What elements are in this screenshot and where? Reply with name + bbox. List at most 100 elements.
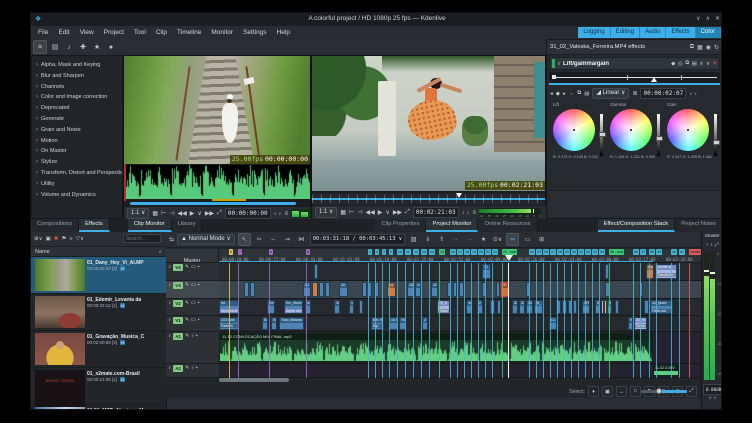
zoom-slider[interactable] — [641, 390, 687, 393]
guide-marker[interactable]: 14 — [429, 249, 435, 255]
track-edit-icon[interactable]: ✎ — [185, 300, 189, 306]
show-effect-icon[interactable]: ◎ — [678, 61, 683, 67]
close-button[interactable]: ✕ — [715, 16, 720, 22]
timeline-clip[interactable] — [573, 300, 577, 314]
keyframes-icon[interactable]: ◆ — [671, 61, 675, 67]
clip-monitor-grid-icon[interactable]: ▦ — [152, 210, 158, 217]
keyframe-playhead[interactable] — [651, 77, 657, 82]
track-hide-icon[interactable]: ▭ — [191, 282, 196, 288]
wheel-value-slider[interactable] — [657, 114, 660, 156]
guide-marker[interactable]: 17 — [457, 249, 463, 255]
timeline-clip[interactable] — [325, 282, 330, 297]
track-expand-icon[interactable]: ∨ — [168, 282, 171, 288]
move-effect-down-icon[interactable]: ∨ — [706, 61, 710, 67]
menu-settings[interactable]: Settings — [238, 26, 272, 39]
guide-marker[interactable]: 10 — [397, 249, 403, 255]
title-bar[interactable]: ❖ A colorful project / HD 1080p 25 fps —… — [31, 13, 722, 26]
copy-keyframes-icon[interactable]: ⧉ — [577, 90, 581, 97]
track-badge[interactable]: V4 — [173, 264, 183, 271]
tab-compositions[interactable]: Compositions — [31, 219, 79, 232]
timeline-clip[interactable]: 13 — [349, 300, 354, 314]
color-wheel-lift[interactable]: LiftR: 0.173 G: 0.135 B: 0.131 — [553, 102, 607, 188]
effect-category[interactable]: ›Volume and Dynamics — [32, 190, 122, 201]
track-expand-icon[interactable]: ∨ — [168, 365, 171, 371]
track-lock-icon[interactable]: ▪ — [196, 333, 198, 339]
track-edit-icon[interactable]: ✎ — [185, 317, 189, 323]
video-thumbnails-toggle-icon[interactable]: ▣ — [602, 386, 613, 397]
color-wheel-gain[interactable]: GainR: 1.347 G: 1.255 B: 1.381 — [667, 102, 721, 188]
timeline-timecode[interactable]: 00:03:31:18 / 00:03:45:13 ∨ — [310, 234, 405, 245]
track-lane-v3[interactable]: 02101418192231 — [219, 281, 701, 299]
guide-marker[interactable]: 6 — [229, 249, 233, 255]
workspace-logging[interactable]: Logging — [578, 27, 610, 38]
guide-marker[interactable]: 16 — [450, 249, 456, 255]
guide-marker[interactable]: credits — [689, 249, 701, 255]
track-header-v2[interactable]: ∨V2✎▭▪ — [166, 299, 219, 316]
create-folder-icon[interactable]: ▣ — [46, 236, 51, 242]
guide-marker[interactable]: 5 — [306, 249, 310, 255]
timeline-clip[interactable]: 2 — [422, 317, 428, 330]
timeline-clip[interactable]: 41_QuebFade-out — [650, 300, 673, 314]
tags-icon[interactable]: ⚑ — [61, 236, 66, 242]
tab-project-notes[interactable]: Project Notes — [675, 219, 722, 232]
reset-effects-icon[interactable]: ↻ — [714, 44, 719, 51]
audio-thumbnails-toggle-icon[interactable]: ↔ — [616, 386, 627, 397]
paste-keyframes-icon[interactable]: ▤ — [584, 91, 589, 97]
timeline-playhead[interactable] — [508, 263, 509, 378]
track-header-a2[interactable]: ∨A2✎♪▪ — [166, 364, 219, 378]
tab-effect-composition-stack[interactable]: Effect/Composition Stack — [598, 219, 676, 232]
guide-marker[interactable]: 9 — [389, 249, 393, 255]
filter-icon[interactable]: ▽∨ — [76, 236, 84, 242]
guide-marker[interactable]: 27 — [550, 249, 556, 255]
guide-marker[interactable]: 29 — [564, 249, 570, 255]
clip-monitor-rewind-icon[interactable]: ◀◀ — [178, 210, 187, 217]
timeline-clip[interactable]: Em — [262, 317, 268, 330]
maximize-button[interactable]: ∧ — [706, 16, 710, 22]
master-track-button[interactable]: Master — [166, 249, 219, 263]
menu-help[interactable]: Help — [272, 26, 295, 39]
guide-marker[interactable]: 11 — [405, 249, 411, 255]
effect-category[interactable]: ›Generate — [32, 114, 122, 125]
clip-monitor-play-icon[interactable]: ▶ — [190, 210, 195, 217]
project-monitor-zone-in-icon[interactable]: ⊢ — [349, 209, 354, 216]
timeline-clip[interactable]: Em_MovinsAlpha strob — [284, 300, 303, 314]
project-monitor-spin[interactable]: ∧ ∨ — [462, 210, 470, 215]
timeline-clip[interactable]: Todo_Musina — [279, 317, 304, 330]
effect-category[interactable]: ›On Master — [32, 146, 122, 157]
clip-monitor-forward-icon[interactable]: ▶▶ — [205, 210, 214, 217]
monitor-ruler[interactable] — [312, 193, 545, 205]
bin-header-row[interactable]: Name ∧ — [31, 247, 166, 257]
markers-toggle-icon[interactable]: ⚐ — [630, 386, 641, 397]
project-monitor-rewind-icon[interactable]: ◀◀ — [366, 209, 375, 216]
collapse-mixer-icon[interactable]: ‹ — [706, 242, 708, 248]
project-monitor-grid-icon[interactable]: ▦ — [340, 209, 346, 216]
timeline-clip[interactable] — [250, 282, 255, 297]
timeline-clip[interactable] — [497, 300, 501, 314]
effect-category[interactable]: ›Channels — [32, 82, 122, 93]
minimize-button[interactable]: ∨ — [696, 16, 700, 22]
tab-online-resources[interactable]: Online Resources — [478, 219, 537, 232]
track-lane-v2[interactable]: Int.AlphastrobEmEm_MovinsAlpha strob4111… — [219, 299, 701, 316]
track-edit-icon[interactable]: ✎ — [185, 282, 189, 288]
wheel-slider-handle[interactable] — [713, 140, 720, 145]
track-lane-v1[interactable]: C01 LwilFade inEm01Todo_MusinaEm. SwAlp1… — [219, 316, 701, 332]
clip-monitor-play-menu-icon[interactable]: ∨ — [197, 210, 201, 217]
add-clip-icon[interactable]: ⊕∨ — [34, 236, 43, 242]
menu-edit[interactable]: Edit — [53, 26, 74, 39]
wheel-slider-handle[interactable] — [656, 136, 663, 141]
keyframe-ruler[interactable] — [549, 72, 720, 85]
track-lane-v4[interactable]: T1logcredits anTransform — [219, 263, 701, 281]
extract-zone-icon[interactable]: ⇑ — [436, 234, 447, 245]
track-badge[interactable]: V1 — [173, 317, 183, 324]
project-monitor-timecode[interactable]: 00:02:21:03 — [413, 207, 459, 218]
menu-clip[interactable]: Clip — [151, 26, 172, 39]
guide-marker[interactable]: 26 — [543, 249, 549, 255]
prev-keyframe-icon[interactable]: ◂ — [550, 91, 553, 97]
timeline-clip[interactable] — [496, 282, 500, 297]
audio-mixer-icon[interactable]: ♪ — [63, 41, 75, 53]
track-lock-icon[interactable]: ▪ — [198, 282, 200, 288]
track-badge[interactable]: A2 — [173, 365, 183, 372]
project-monitor-zoom-select[interactable]: 1:1 ∨ — [315, 207, 337, 218]
track-lane-a2[interactable]: 11-02 CONVFade in/fad — [219, 364, 701, 378]
track-lock-icon[interactable]: ▪ — [196, 365, 198, 371]
